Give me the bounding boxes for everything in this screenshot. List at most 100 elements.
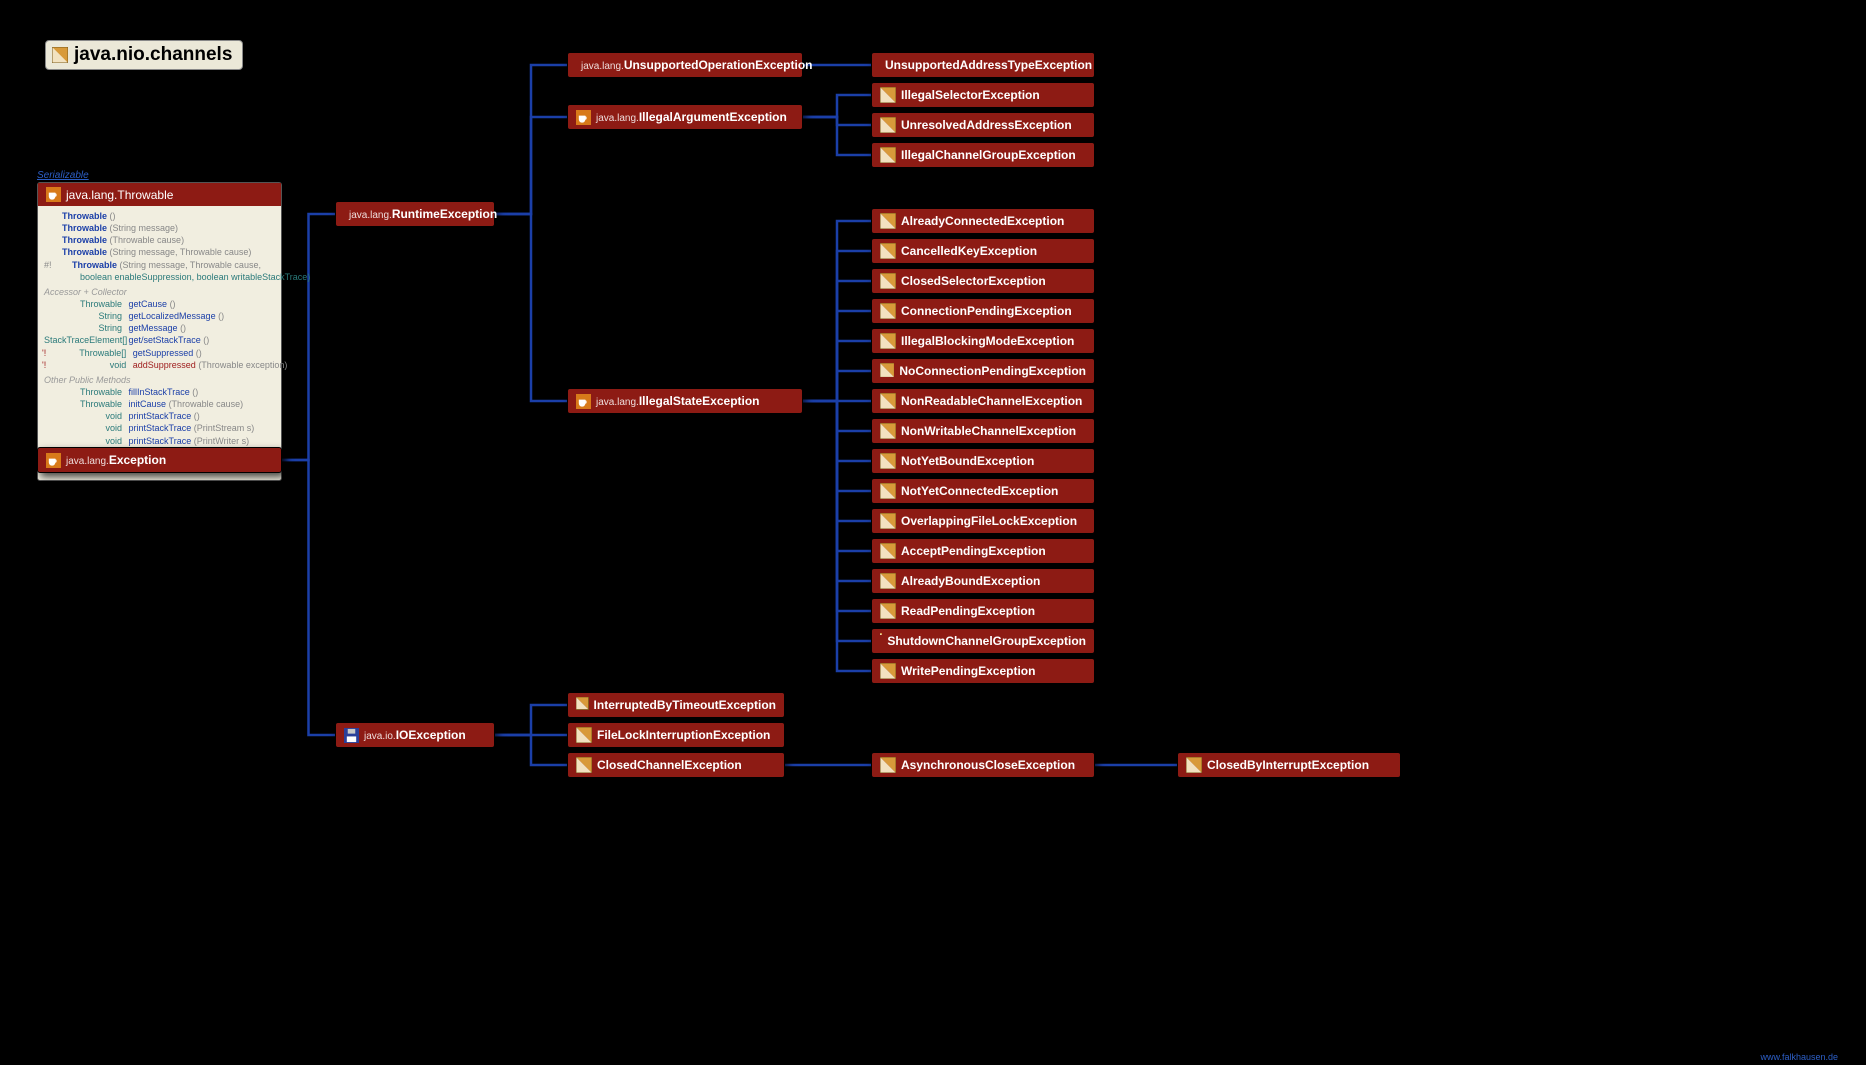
- class-closedchannel[interactable]: ClosedChannelException: [567, 752, 785, 778]
- throwable-body: Throwable ()Throwable (String message)Th…: [38, 206, 281, 480]
- class-acceptpending[interactable]: AcceptPendingException: [871, 538, 1095, 564]
- class-name: AsynchronousCloseException: [901, 758, 1075, 772]
- pkg-icon: [880, 117, 896, 133]
- throwable-pkg: java.lang.: [66, 188, 117, 202]
- throwable-header: java.lang.Throwable: [38, 183, 281, 206]
- serializable-label: Serializable: [37, 170, 89, 181]
- class-illegalselector[interactable]: IllegalSelectorException: [871, 82, 1095, 108]
- pkg-icon: [880, 393, 896, 409]
- class-name: ReadPendingException: [901, 604, 1035, 618]
- pkg-icon: [880, 573, 896, 589]
- pkg-icon: [880, 213, 896, 229]
- class-alreadyconn[interactable]: AlreadyConnectedException: [871, 208, 1095, 234]
- class-illegalblocking[interactable]: IllegalBlockingModeException: [871, 328, 1095, 354]
- class-unresolvedaddr[interactable]: UnresolvedAddressException: [871, 112, 1095, 138]
- class-name: IllegalStateException: [639, 394, 760, 408]
- class-illegalstate[interactable]: java.lang.IllegalStateException: [567, 388, 803, 414]
- class-overlapping[interactable]: OverlappingFileLockException: [871, 508, 1095, 534]
- class-name: Exception: [109, 453, 166, 467]
- disk-icon: [344, 728, 359, 743]
- pkg-icon: [880, 333, 896, 349]
- class-pkg: java.lang.: [596, 113, 639, 124]
- class-illegalchgroup[interactable]: IllegalChannelGroupException: [871, 142, 1095, 168]
- class-name: NonReadableChannelException: [901, 394, 1082, 408]
- class-name: IllegalArgumentException: [639, 110, 787, 124]
- class-shutdowngroup[interactable]: ShutdownChannelGroupException: [871, 628, 1095, 654]
- class-name: NonWritableChannelException: [901, 424, 1076, 438]
- class-name: InterruptedByTimeoutException: [594, 698, 776, 712]
- package-icon: [52, 47, 68, 63]
- class-noconnpending[interactable]: NoConnectionPendingException: [871, 358, 1095, 384]
- class-name: NotYetConnectedException: [901, 484, 1058, 498]
- pkg-icon: [880, 513, 896, 529]
- pkg-icon: [880, 603, 896, 619]
- class-name: UnresolvedAddressException: [901, 118, 1072, 132]
- pkg-icon: [880, 633, 882, 649]
- class-notyetbound[interactable]: NotYetBoundException: [871, 448, 1095, 474]
- class-name: ClosedByInterruptException: [1207, 758, 1369, 772]
- pkg-icon: [880, 453, 896, 469]
- class-name: UnsupportedAddressTypeException: [885, 58, 1092, 72]
- pkg-icon: [880, 243, 896, 259]
- pkg-icon: [880, 87, 896, 103]
- class-name: UnsupportedOperationException: [624, 58, 813, 72]
- class-cancelledkey[interactable]: CancelledKeyException: [871, 238, 1095, 264]
- class-connpending[interactable]: ConnectionPendingException: [871, 298, 1095, 324]
- class-filelock[interactable]: FileLockInterruptionException: [567, 722, 785, 748]
- class-unsupportedaddr[interactable]: UnsupportedAddressTypeException: [871, 52, 1095, 78]
- diagram-title-text: java.nio.channels: [74, 44, 232, 66]
- class-asyncclose[interactable]: AsynchronousCloseException: [871, 752, 1095, 778]
- class-pkg: java.io.: [364, 731, 396, 742]
- class-exception[interactable]: java.lang.Exception: [37, 447, 282, 473]
- cup-icon: [576, 110, 591, 125]
- pkg-icon: [880, 423, 896, 439]
- cup-icon: [46, 187, 61, 202]
- class-runtime[interactable]: java.lang.RuntimeException: [335, 201, 495, 227]
- cup-icon: [576, 394, 591, 409]
- class-name: AlreadyConnectedException: [901, 214, 1064, 228]
- pkg-icon: [880, 543, 896, 559]
- diagram-title: java.nio.channels: [45, 40, 243, 70]
- class-name: NoConnectionPendingException: [899, 364, 1086, 378]
- pkg-icon: [880, 147, 896, 163]
- throwable-panel: java.lang.Throwable Throwable ()Throwabl…: [37, 182, 282, 481]
- class-name: ShutdownChannelGroupException: [887, 634, 1086, 648]
- pkg-icon: [576, 697, 589, 713]
- footer-link[interactable]: www.falkhausen.de: [1760, 1052, 1838, 1062]
- pkg-icon: [1186, 757, 1202, 773]
- class-pkg: java.lang.: [349, 210, 392, 221]
- class-name: OverlappingFileLockException: [901, 514, 1077, 528]
- class-ioexception[interactable]: java.io.IOException: [335, 722, 495, 748]
- class-interruptedtimeout[interactable]: InterruptedByTimeoutException: [567, 692, 785, 718]
- class-name: FileLockInterruptionException: [597, 728, 770, 742]
- pkg-icon: [576, 757, 592, 773]
- class-name: IllegalSelectorException: [901, 88, 1040, 102]
- class-name: IllegalBlockingModeException: [901, 334, 1074, 348]
- class-name: CancelledKeyException: [901, 244, 1037, 258]
- class-notyetconn[interactable]: NotYetConnectedException: [871, 478, 1095, 504]
- pkg-icon: [880, 757, 896, 773]
- class-closedinterrupt[interactable]: ClosedByInterruptException: [1177, 752, 1401, 778]
- class-unsupportedop[interactable]: java.lang.UnsupportedOperationException: [567, 52, 803, 78]
- class-pkg: java.lang.: [581, 61, 624, 72]
- class-readpending[interactable]: ReadPendingException: [871, 598, 1095, 624]
- class-name: IllegalChannelGroupException: [901, 148, 1076, 162]
- class-name: WritePendingException: [901, 664, 1035, 678]
- class-pkg: java.lang.: [596, 397, 639, 408]
- class-closedselector[interactable]: ClosedSelectorException: [871, 268, 1095, 294]
- class-nonreadable[interactable]: NonReadableChannelException: [871, 388, 1095, 414]
- class-illegalarg[interactable]: java.lang.IllegalArgumentException: [567, 104, 803, 130]
- pkg-icon: [880, 273, 896, 289]
- pkg-icon: [880, 483, 896, 499]
- class-nonwritable[interactable]: NonWritableChannelException: [871, 418, 1095, 444]
- class-alreadybound[interactable]: AlreadyBoundException: [871, 568, 1095, 594]
- class-name: AcceptPendingException: [901, 544, 1046, 558]
- pkg-icon: [880, 363, 894, 379]
- pkg-icon: [880, 303, 896, 319]
- class-writepending[interactable]: WritePendingException: [871, 658, 1095, 684]
- class-name: RuntimeException: [392, 207, 497, 221]
- pkg-icon: [880, 663, 896, 679]
- class-name: AlreadyBoundException: [901, 574, 1040, 588]
- pkg-icon: [576, 727, 592, 743]
- cup-icon: [46, 453, 61, 468]
